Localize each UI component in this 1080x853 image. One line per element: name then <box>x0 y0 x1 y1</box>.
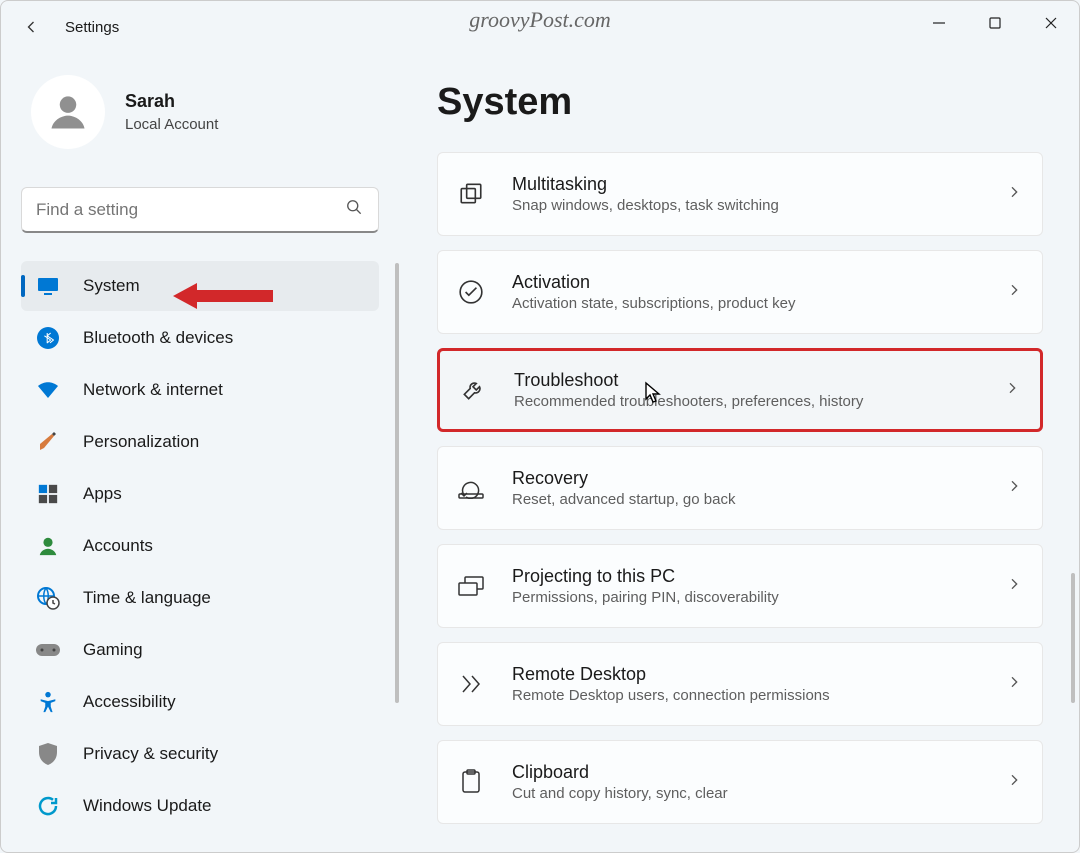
sidebar-item-accessibility[interactable]: Accessibility <box>21 677 379 727</box>
card-desc: Activation state, subscriptions, product… <box>512 295 1006 312</box>
search-icon <box>344 197 364 222</box>
window-title: Settings <box>65 19 119 36</box>
profile-block[interactable]: Sarah Local Account <box>1 71 399 173</box>
sidebar: Sarah Local Account System Bluetooth & d… <box>1 53 399 852</box>
chevron-right-icon <box>1006 184 1022 205</box>
clipboard-icon <box>456 767 486 797</box>
maximize-button[interactable] <box>967 1 1023 45</box>
card-remote-desktop[interactable]: Remote Desktop Remote Desktop users, con… <box>437 642 1043 726</box>
bluetooth-icon <box>35 325 61 351</box>
card-desc: Reset, advanced startup, go back <box>512 491 1006 508</box>
sidebar-item-apps[interactable]: Apps <box>21 469 379 519</box>
card-troubleshoot[interactable]: Troubleshoot Recommended troubleshooters… <box>437 348 1043 432</box>
chevron-right-icon <box>1006 478 1022 499</box>
card-title: Projecting to this PC <box>512 566 1006 587</box>
minimize-button[interactable] <box>911 1 967 45</box>
sidebar-item-label: System <box>83 276 140 296</box>
sidebar-item-gaming[interactable]: Gaming <box>21 625 379 675</box>
card-desc: Snap windows, desktops, task switching <box>512 197 1006 214</box>
card-title: Activation <box>512 272 1006 293</box>
sidebar-item-privacy[interactable]: Privacy & security <box>21 729 379 779</box>
sidebar-item-network[interactable]: Network & internet <box>21 365 379 415</box>
card-title: Remote Desktop <box>512 664 1006 685</box>
check-circle-icon <box>456 277 486 307</box>
apps-icon <box>35 481 61 507</box>
shield-icon <box>35 741 61 767</box>
wifi-icon <box>35 377 61 403</box>
sidebar-item-label: Apps <box>83 484 122 504</box>
card-title: Recovery <box>512 468 1006 489</box>
card-projecting[interactable]: Projecting to this PC Permissions, pairi… <box>437 544 1043 628</box>
monitor-icon <box>35 273 61 299</box>
card-desc: Recommended troubleshooters, preferences… <box>514 393 1004 410</box>
card-desc: Permissions, pairing PIN, discoverabilit… <box>512 589 1006 606</box>
main-content: System Multitasking Snap windows, deskto… <box>399 53 1079 852</box>
brush-icon <box>35 429 61 455</box>
sidebar-item-label: Bluetooth & devices <box>83 328 233 348</box>
card-desc: Remote Desktop users, connection permiss… <box>512 687 1006 704</box>
multitasking-icon <box>456 179 486 209</box>
back-button[interactable] <box>17 13 45 41</box>
avatar <box>31 75 105 149</box>
sidebar-item-bluetooth[interactable]: Bluetooth & devices <box>21 313 379 363</box>
sidebar-item-label: Gaming <box>83 640 143 660</box>
close-button[interactable] <box>1023 1 1079 45</box>
sidebar-item-time-language[interactable]: Time & language <box>21 573 379 623</box>
person-icon <box>35 533 61 559</box>
globe-clock-icon <box>35 585 61 611</box>
titlebar: Settings groovyPost.com <box>1 1 1079 53</box>
card-title: Clipboard <box>512 762 1006 783</box>
window-controls <box>911 1 1079 45</box>
card-title: Troubleshoot <box>514 370 1004 391</box>
sidebar-item-label: Accounts <box>83 536 153 556</box>
remote-icon <box>456 669 486 699</box>
card-activation[interactable]: Activation Activation state, subscriptio… <box>437 250 1043 334</box>
project-icon <box>456 571 486 601</box>
sidebar-item-label: Time & language <box>83 588 211 608</box>
chevron-right-icon <box>1006 282 1022 303</box>
page-heading: System <box>437 81 1043 124</box>
sidebar-item-system[interactable]: System <box>21 261 379 311</box>
update-icon <box>35 793 61 819</box>
chevron-right-icon <box>1006 772 1022 793</box>
profile-name: Sarah <box>125 91 218 112</box>
sidebar-item-windows-update[interactable]: Windows Update <box>21 781 379 831</box>
chevron-right-icon <box>1006 674 1022 695</box>
main-scrollbar[interactable] <box>1071 573 1075 703</box>
sidebar-item-personalization[interactable]: Personalization <box>21 417 379 467</box>
sidebar-item-label: Windows Update <box>83 796 212 816</box>
sidebar-nav: System Bluetooth & devices Network & int… <box>1 253 399 839</box>
sidebar-item-label: Privacy & security <box>83 744 218 764</box>
sidebar-item-label: Network & internet <box>83 380 223 400</box>
search-input[interactable] <box>36 200 344 220</box>
wrench-icon <box>458 375 488 405</box>
gamepad-icon <box>35 637 61 663</box>
sidebar-item-label: Personalization <box>83 432 199 452</box>
chevron-right-icon <box>1004 380 1020 401</box>
watermark-text: groovyPost.com <box>469 7 611 33</box>
sidebar-item-label: Accessibility <box>83 692 176 712</box>
sidebar-item-accounts[interactable]: Accounts <box>21 521 379 571</box>
card-multitasking[interactable]: Multitasking Snap windows, desktops, tas… <box>437 152 1043 236</box>
card-recovery[interactable]: Recovery Reset, advanced startup, go bac… <box>437 446 1043 530</box>
profile-account-type: Local Account <box>125 116 218 133</box>
card-title: Multitasking <box>512 174 1006 195</box>
card-desc: Cut and copy history, sync, clear <box>512 785 1006 802</box>
card-clipboard[interactable]: Clipboard Cut and copy history, sync, cl… <box>437 740 1043 824</box>
accessibility-icon <box>35 689 61 715</box>
chevron-right-icon <box>1006 576 1022 597</box>
search-box[interactable] <box>21 187 379 233</box>
recovery-icon <box>456 473 486 503</box>
